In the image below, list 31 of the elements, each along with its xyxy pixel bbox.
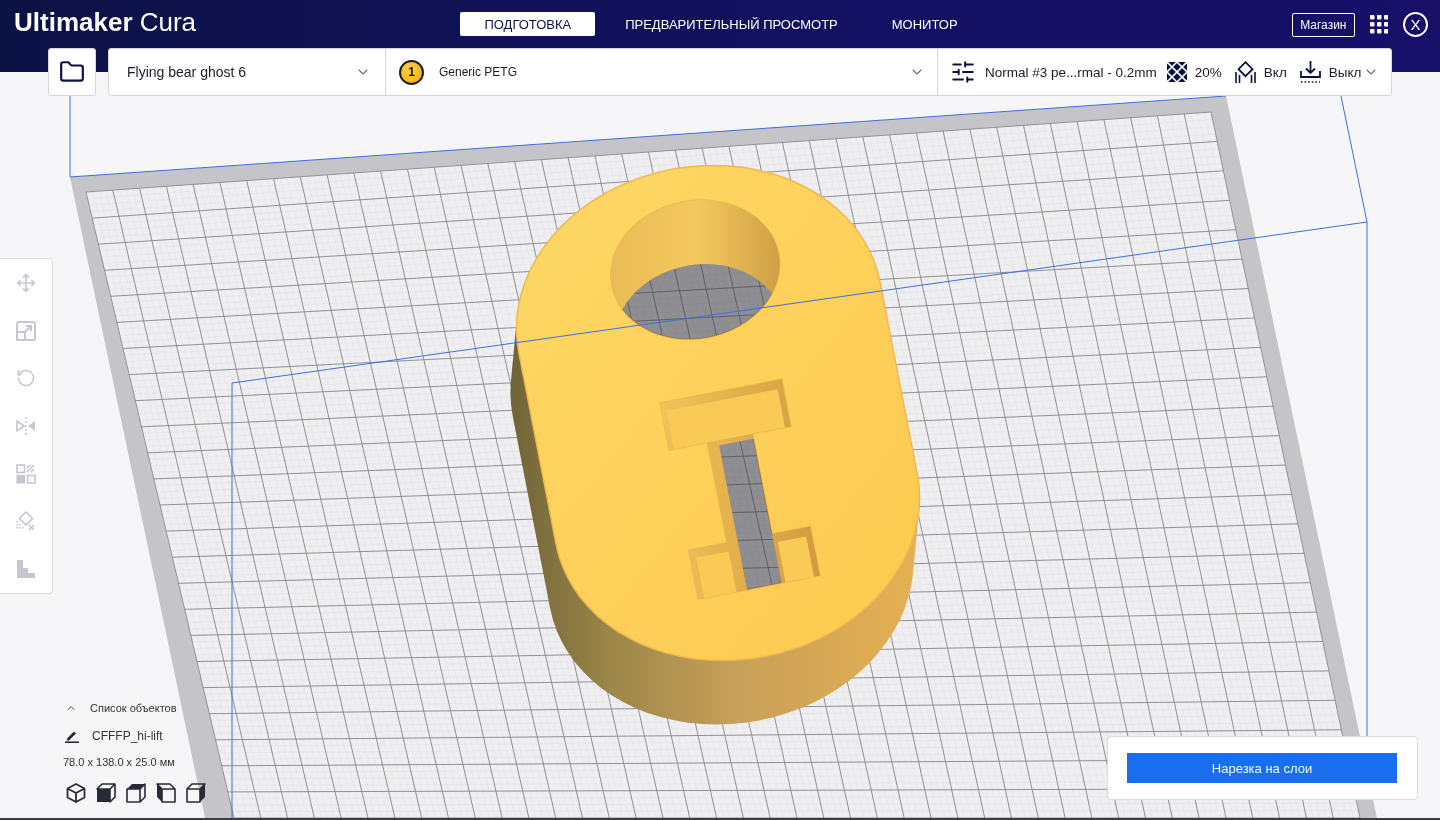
folder-icon: [59, 59, 85, 85]
account-button[interactable]: X: [1403, 12, 1428, 37]
infill-value: 20%: [1194, 64, 1222, 80]
printer-selector[interactable]: Flying bear ghost 6: [108, 48, 386, 96]
adhesion-icon: [1299, 61, 1321, 83]
stage-tab[interactable]: ПРЕДВАРИТЕЛЬНЫЙ ПРОСМОТР: [601, 12, 862, 36]
object-dimensions: 78.0 x 138.0 x 25.0 мм: [63, 756, 176, 768]
cube-left-face-icon[interactable]: [156, 783, 176, 803]
apps-grid-icon[interactable]: [1369, 15, 1388, 34]
material-selector[interactable]: 1 Generic PETG: [385, 48, 938, 96]
support-value: Вкл: [1263, 64, 1287, 80]
cube-top-face-icon[interactable]: [126, 783, 146, 803]
adhesion-value: Выкл: [1328, 64, 1362, 80]
marketplace-button[interactable]: Магазин: [1292, 12, 1355, 37]
extruder-badge: 1: [399, 59, 424, 85]
cube-front-face-icon[interactable]: [96, 783, 116, 803]
app-logo: Ultimaker Cura: [14, 7, 197, 37]
slice-button[interactable]: Нарезка на слои: [1127, 753, 1397, 783]
stage-tab[interactable]: ПОДГОТОВКА: [460, 12, 596, 36]
sliders-icon: [950, 59, 976, 85]
profile-name: Normal #3 pe...rmal - 0.2mm: [985, 64, 1157, 80]
cube-icon[interactable]: [66, 783, 86, 803]
infill-pattern-icon: [1166, 62, 1187, 82]
object-list-toggle[interactable]: Список объектов: [63, 700, 206, 716]
support-icon: [1234, 61, 1256, 83]
cube-right-face-icon[interactable]: [186, 783, 206, 803]
pencil-icon[interactable]: [65, 729, 79, 743]
print-settings-selector[interactable]: Normal #3 pe...rmal - 0.2mm 20% Вкл Выкл: [937, 48, 1392, 96]
open-file-button[interactable]: [48, 48, 96, 96]
object-name: CFFFP_hi-lift: [92, 729, 163, 743]
stage-tab[interactable]: МОНИТОР: [867, 12, 982, 36]
